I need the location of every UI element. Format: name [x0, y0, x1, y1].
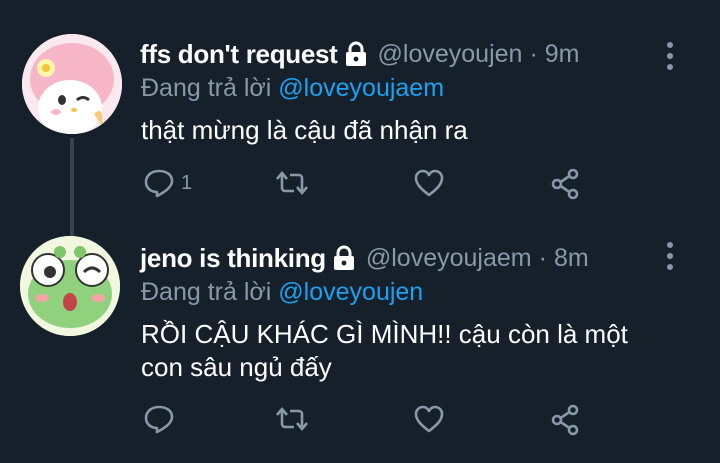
thread-line — [70, 138, 74, 236]
replying-prefix: Đang trả lời — [141, 74, 272, 102]
tweet-header: ffs don't request @loveyoujen · 9m — [140, 37, 580, 71]
tweet-text: thật mừng là cậu đã nhận ra — [141, 115, 468, 145]
display-name[interactable]: jeno is thinking — [140, 243, 326, 274]
lock-icon — [344, 41, 368, 67]
tweet-header: jeno is thinking @loveyoujaem · 8m — [140, 241, 589, 275]
more-icon[interactable] — [666, 42, 674, 70]
share-button[interactable] — [549, 168, 581, 200]
handle[interactable]: @loveyoujaem — [366, 244, 532, 273]
more-icon[interactable] — [666, 242, 674, 270]
separator: · — [529, 39, 538, 68]
retweet-button[interactable] — [274, 404, 310, 434]
replying-prefix: Đang trả lời — [141, 278, 272, 306]
like-icon — [413, 404, 445, 434]
reply-button[interactable]: 1 — [143, 168, 192, 198]
reply-icon — [143, 404, 175, 434]
reply-count: 1 — [181, 171, 193, 194]
tweet[interactable]: ffs don't request @loveyoujen · 9m Đang … — [0, 0, 720, 236]
like-button[interactable] — [413, 404, 445, 434]
reply-icon — [143, 168, 175, 198]
handle[interactable]: @loveyoujen — [378, 40, 523, 69]
avatar[interactable] — [20, 236, 120, 336]
share-icon — [549, 168, 581, 200]
replying-to: Đang trả lời @loveyoujen — [141, 278, 423, 307]
mention-link[interactable]: @loveyoujaem — [278, 74, 444, 102]
retweet-icon — [274, 404, 310, 434]
lock-icon — [332, 245, 356, 271]
action-bar — [141, 404, 591, 444]
share-icon — [549, 404, 581, 436]
like-icon — [413, 168, 445, 198]
like-button[interactable] — [413, 168, 445, 198]
reply-button[interactable] — [143, 404, 181, 434]
tweet[interactable]: jeno is thinking @loveyoujaem · 8m Đang … — [0, 230, 720, 463]
display-name[interactable]: ffs don't request — [140, 39, 338, 70]
timestamp[interactable]: 8m — [554, 244, 589, 273]
avatar[interactable] — [22, 34, 122, 134]
separator: · — [538, 243, 547, 272]
replying-to: Đang trả lời @loveyoujaem — [141, 74, 444, 103]
tweet-text: RỒI CẬU KHÁC GÌ MÌNH!! cậu còn là một co… — [141, 319, 628, 382]
mention-link[interactable]: @loveyoujen — [278, 278, 423, 306]
retweet-icon — [274, 168, 310, 198]
timestamp[interactable]: 9m — [545, 40, 580, 69]
action-bar: 1 — [141, 168, 591, 208]
share-button[interactable] — [549, 404, 581, 436]
retweet-button[interactable] — [274, 168, 310, 198]
